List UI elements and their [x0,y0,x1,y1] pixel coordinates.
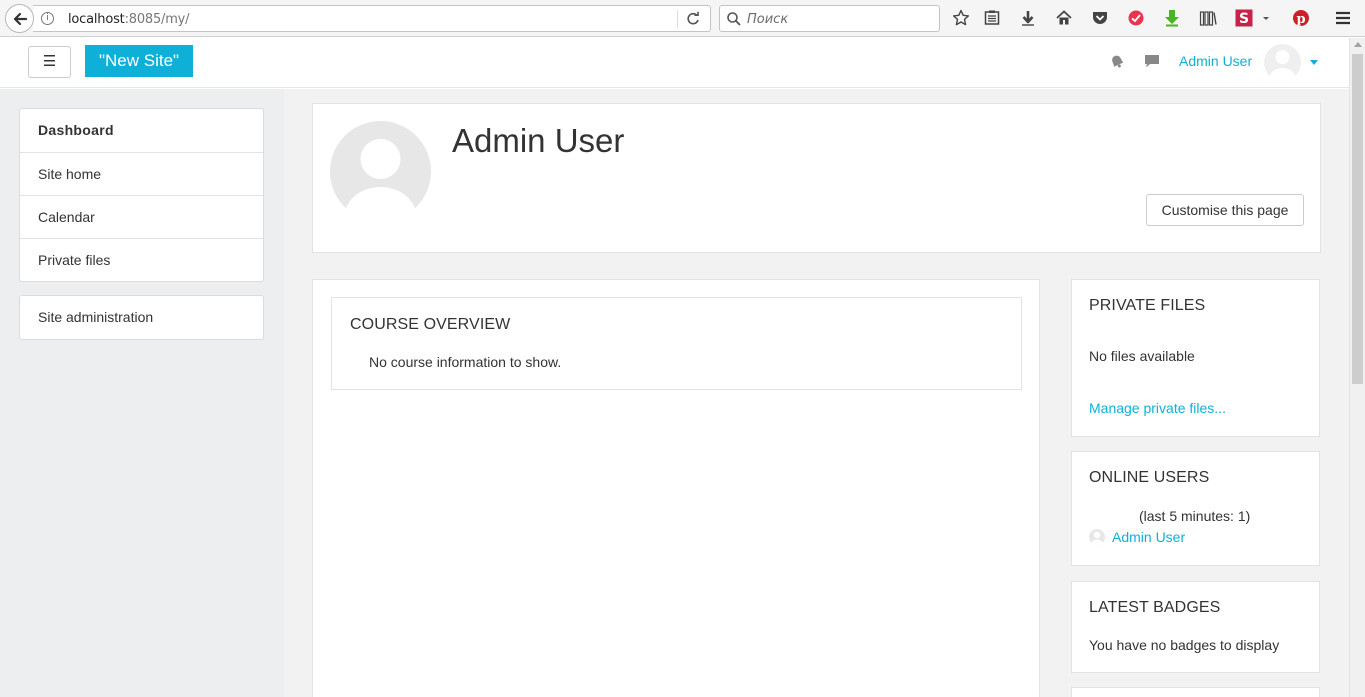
online-users-block: ONLINE USERS (last 5 minutes: 1) Admin U… [1071,451,1320,566]
pocket-icon[interactable] [1090,8,1110,28]
dropdown-arrow-icon[interactable] [1261,8,1271,28]
url-text[interactable]: localhost:8085/my/ [68,12,190,27]
svg-text:S: S [1239,11,1249,27]
nav-item-dashboard[interactable]: Dashboard [20,109,263,152]
nav-item-site-administration[interactable]: Site administration [20,296,263,339]
online-user-avatar [1089,529,1105,545]
download-icon[interactable] [1018,8,1038,28]
reload-icon[interactable] [684,10,702,28]
private-files-block: PRIVATE FILES No files available Manage … [1071,279,1320,437]
scrollbar-thumb[interactable] [1352,54,1363,384]
latest-badges-title: LATEST BADGES [1089,599,1221,616]
bookmark-star-icon[interactable] [951,8,971,28]
home-icon[interactable] [1054,8,1074,28]
nav-item-site-home[interactable]: Site home [20,152,263,195]
manage-private-files-link[interactable]: Manage private files... [1089,400,1226,416]
search-icon [727,12,741,26]
profile-avatar [330,121,431,222]
site-navbar: ☰ "New Site" Admin User [0,38,1349,88]
download-helper-icon[interactable] [1162,8,1182,28]
url-separator [677,10,678,28]
page-title: Admin User [452,122,625,159]
page-scrollbar[interactable] [1349,38,1365,697]
back-arrow-icon [13,12,27,25]
scroll-up-arrow-icon[interactable] [1354,42,1362,47]
site-name-link[interactable]: "New Site" [85,45,194,77]
info-icon[interactable]: i [41,12,54,25]
browser-search-field[interactable]: Поиск [719,5,940,32]
svg-text:p: p [1296,12,1305,27]
page-header: Admin User Customise this page [312,103,1321,253]
user-avatar[interactable] [1264,44,1301,81]
address-bar[interactable]: i localhost:8085/my/ [33,5,711,32]
next-block-partial [1071,687,1320,697]
online-users-window: (last 5 minutes: 1) [1139,508,1251,524]
course-overview-block: COURSE OVERVIEW No course information to… [331,297,1022,390]
notification-bell-icon[interactable] [1108,52,1126,70]
pinterest-icon[interactable]: p [1291,8,1311,28]
browser-toolbar: i localhost:8085/my/ Поиск S p [0,0,1365,37]
hamburger-menu-icon[interactable] [1333,8,1353,28]
private-files-title: PRIVATE FILES [1089,297,1206,314]
main-region: COURSE OVERVIEW No course information to… [312,279,1040,697]
nav-item-calendar[interactable]: Calendar [20,195,263,238]
online-user-link[interactable]: Admin User [1112,529,1185,545]
reading-list-icon[interactable] [982,8,1002,28]
drawer-admin-nav: Site administration [19,295,264,340]
user-menu-caret-icon[interactable] [1310,60,1318,65]
drawer-main-nav: Dashboard Site home Calendar Private fil… [19,108,264,282]
private-files-empty: No files available [1089,348,1195,364]
customise-page-button[interactable]: Customise this page [1146,194,1304,226]
back-button[interactable] [5,4,34,33]
latest-badges-empty: You have no badges to display [1089,637,1280,653]
course-overview-empty: No course information to show. [369,354,562,370]
search-placeholder: Поиск [747,12,789,27]
course-overview-title: COURSE OVERVIEW [350,316,511,333]
todo-extension-icon[interactable] [1126,8,1146,28]
nav-item-private-files[interactable]: Private files [20,238,263,281]
messages-icon[interactable] [1143,52,1161,70]
online-users-title: ONLINE USERS [1089,469,1210,486]
library-icon[interactable] [1198,8,1218,28]
user-menu-name[interactable]: Admin User [1179,53,1252,69]
s-extension-icon[interactable]: S [1234,8,1254,28]
drawer-toggle-button[interactable]: ☰ [28,46,71,78]
latest-badges-block: LATEST BADGES You have no badges to disp… [1071,581,1320,673]
